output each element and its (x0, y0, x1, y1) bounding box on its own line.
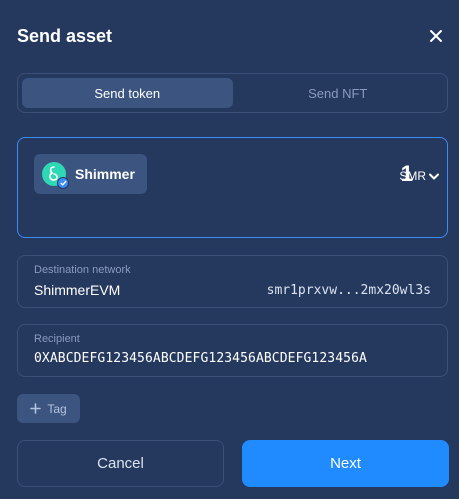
destination-network-field[interactable]: Destination network ShimmerEVM smr1prxvw… (17, 255, 448, 308)
close-button[interactable] (426, 26, 446, 46)
token-selector[interactable]: Shimmer (34, 154, 147, 194)
unit-label: SMR (399, 169, 426, 183)
chevron-down-icon (429, 173, 439, 179)
tab-send-token[interactable]: Send token (22, 78, 233, 108)
shimmer-logo-icon (42, 162, 69, 189)
add-tag-label: Tag (47, 401, 67, 416)
recipient-label: Recipient (34, 333, 80, 345)
add-tag-button[interactable]: Tag (17, 394, 80, 423)
destination-network-label: Destination network (34, 264, 131, 276)
verified-icon (57, 177, 69, 189)
amount-input-card[interactable]: Shimmer 1 SMR (17, 137, 448, 238)
tab-send-nft[interactable]: Send NFT (233, 78, 444, 108)
recipient-field[interactable]: Recipient 0XABCDEFG123456ABCDEFG123456AB… (17, 324, 448, 377)
close-icon (430, 30, 442, 42)
unit-selector[interactable]: SMR (399, 169, 439, 183)
send-type-tabs: Send token Send NFT (17, 73, 448, 113)
next-button[interactable]: Next (242, 440, 449, 487)
destination-address: smr1prxvw...2mx20wl3s (266, 283, 431, 298)
cancel-button[interactable]: Cancel (17, 440, 224, 487)
recipient-address[interactable]: 0XABCDEFG123456ABCDEFG123456ABCDEFG12345… (34, 351, 367, 366)
dialog-title: Send asset (17, 26, 113, 46)
plus-icon (30, 403, 42, 414)
token-name: Shimmer (75, 166, 135, 182)
destination-network-value: ShimmerEVM (34, 282, 121, 298)
